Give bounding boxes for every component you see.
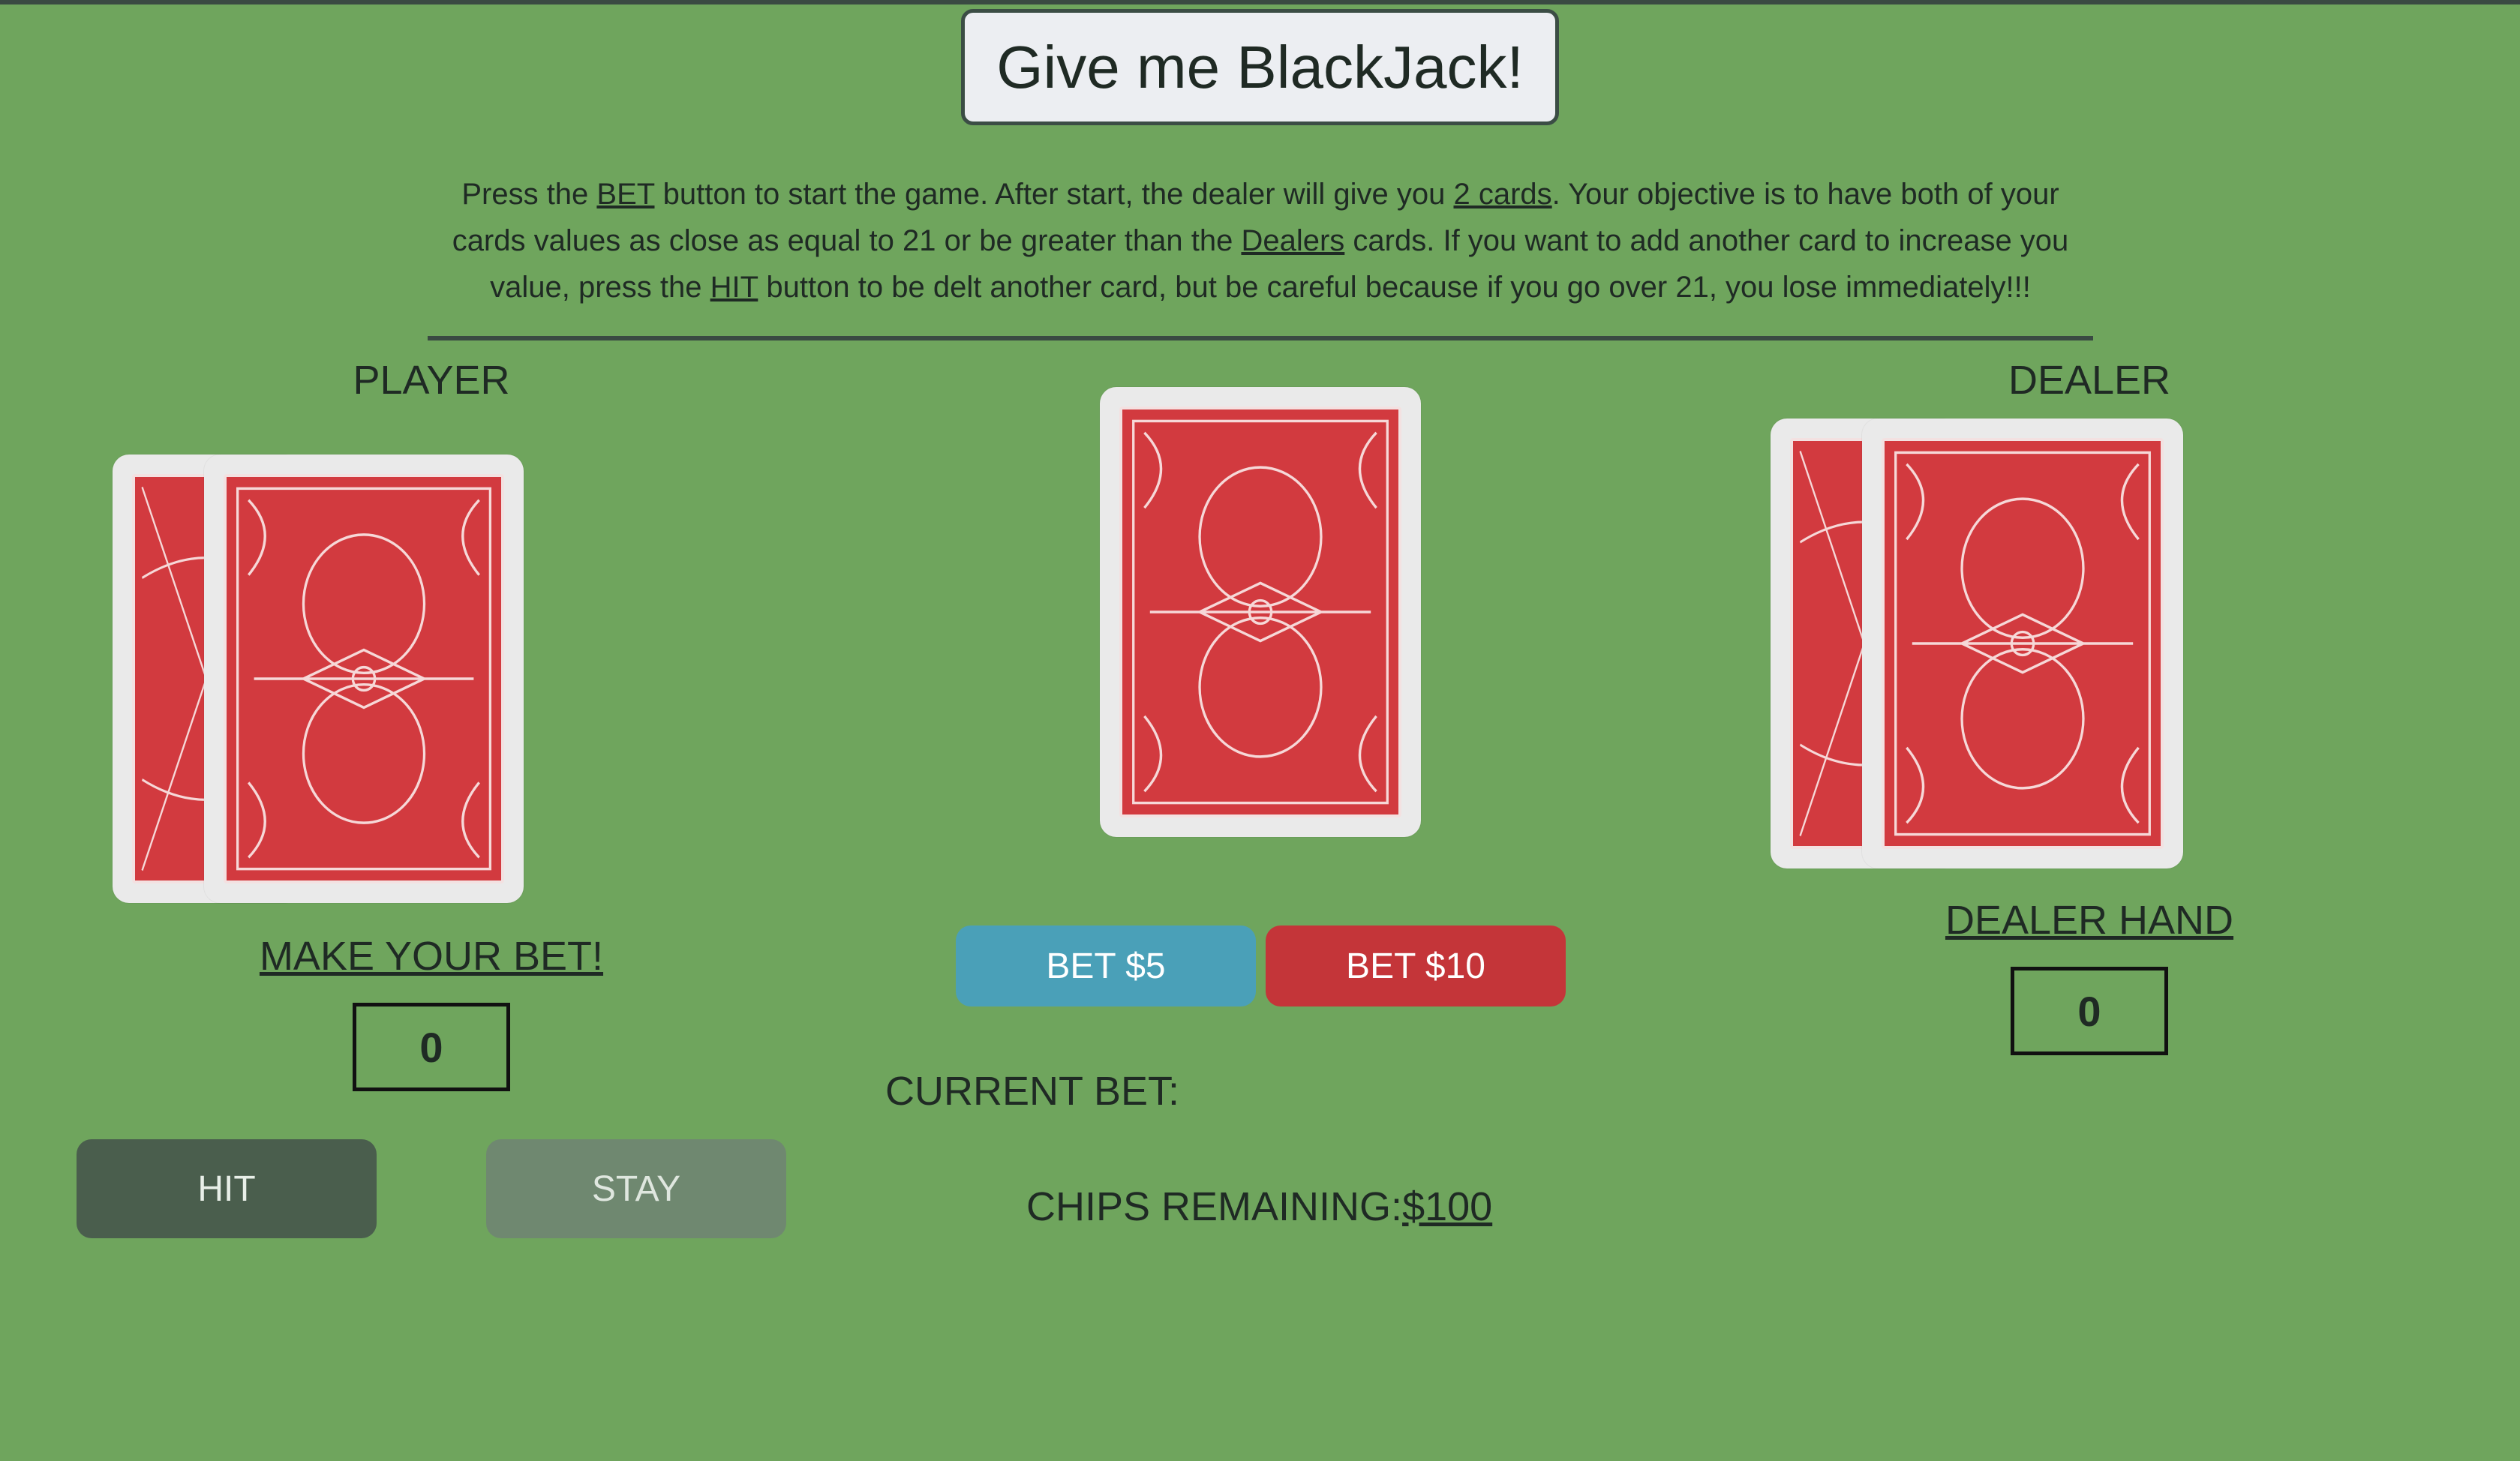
dealer-score: 0 — [2011, 967, 2168, 1055]
instructions: Press the BET button to start the game. … — [428, 171, 2093, 310]
instructions-text-1: Press the — [461, 178, 597, 211]
current-bet-label: CURRENT BET: — [885, 1069, 1180, 1114]
player-card-2 — [204, 454, 524, 903]
card-back-pattern-icon — [1885, 441, 2161, 846]
divider — [428, 336, 2093, 340]
dealer-heading: DEALER — [2008, 358, 2171, 403]
instructions-text-2: button to start the game. After start, t… — [654, 178, 1454, 211]
bet-5-button[interactable]: BET $5 — [956, 926, 1256, 1006]
bet-10-button[interactable]: BET $10 — [1266, 926, 1566, 1006]
hit-button[interactable]: HIT — [77, 1139, 377, 1238]
dealer-card-2 — [1862, 418, 2183, 868]
instructions-dealers-link: Dealers — [1241, 224, 1345, 257]
chips-remaining: CHIPS REMAINING:$100 — [1026, 1184, 1492, 1230]
dealer-hand-label: DEALER HAND — [1945, 898, 2234, 943]
instructions-cards-link: 2 cards — [1453, 178, 1552, 211]
current-bet: CURRENT BET: — [885, 1068, 1179, 1114]
card-back-pattern-icon — [1122, 410, 1398, 814]
chips-remaining-value: $100 — [1402, 1184, 1493, 1229]
player-score: 0 — [353, 1003, 510, 1091]
player-heading: PLAYER — [353, 358, 510, 403]
make-bet-prompt: MAKE YOUR BET! — [259, 934, 604, 979]
chips-remaining-label: CHIPS REMAINING: — [1026, 1184, 1403, 1229]
instructions-bet-link: BET — [596, 178, 655, 211]
instructions-hit-link: HIT — [710, 271, 758, 304]
game-title: Give me BlackJack! — [961, 9, 1559, 125]
deck-card[interactable] — [1100, 387, 1421, 837]
instructions-text-5: button to be delt another card, but be c… — [758, 271, 2031, 304]
card-back-pattern-icon — [227, 477, 501, 880]
stay-button[interactable]: STAY — [486, 1139, 786, 1238]
